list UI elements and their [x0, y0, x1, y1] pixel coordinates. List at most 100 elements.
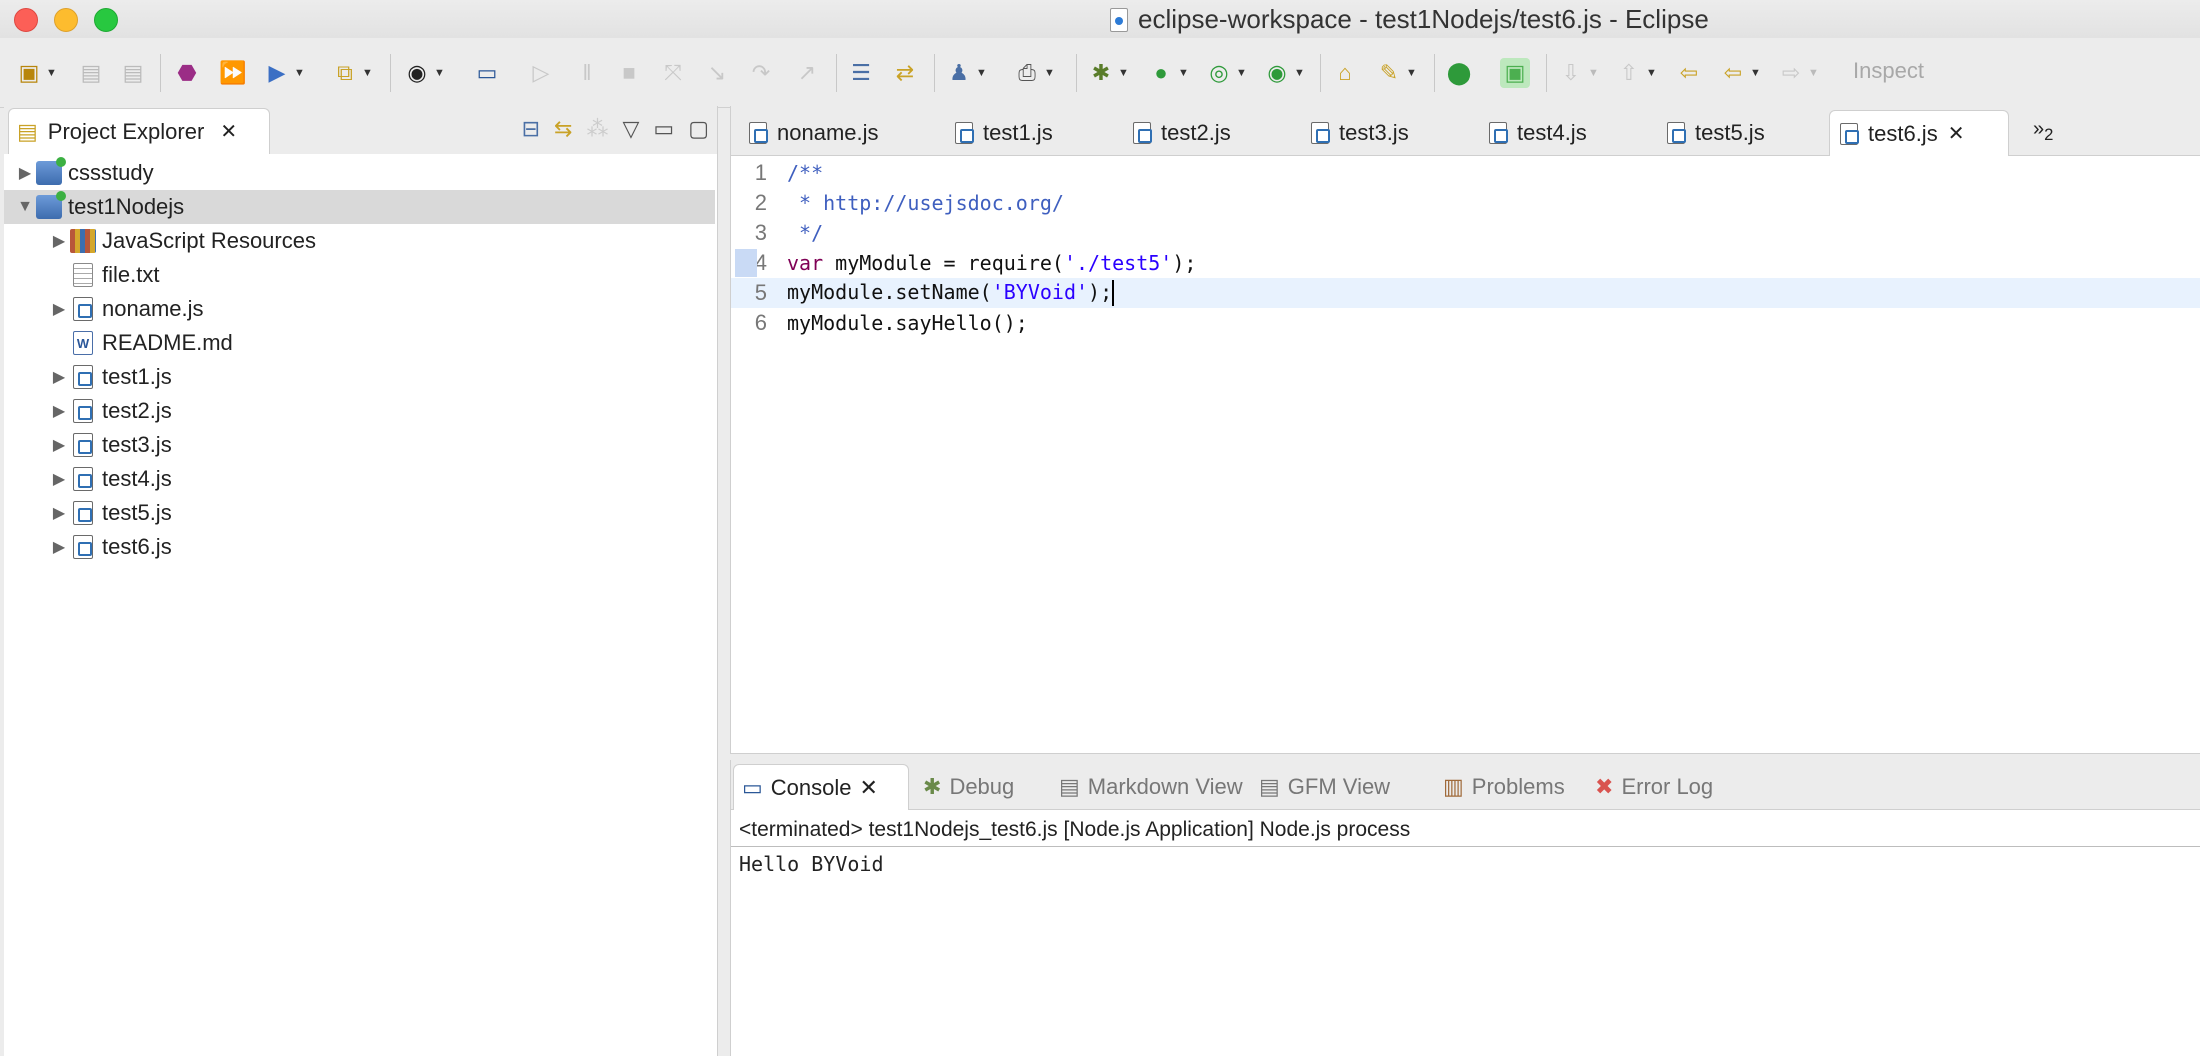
console-view-tab[interactable]: ▥ Problems: [1435, 764, 1581, 810]
view-menu-icon[interactable]: ▽: [622, 116, 639, 142]
collapsed-arrow-icon[interactable]: ▶: [48, 537, 70, 557]
window-title-text: eclipse-workspace - test1Nodejs/test6.js…: [1138, 4, 1709, 34]
collapsed-arrow-icon[interactable]: ▶: [48, 469, 70, 489]
external-tools-button[interactable]: ◉ ▼: [1262, 56, 1305, 90]
editor-tab[interactable]: test5.js: [1657, 110, 1827, 156]
console-view-tab[interactable]: ✖ Error Log: [1587, 764, 1737, 810]
open-task-button[interactable]: ☰: [846, 56, 876, 90]
tree-item[interactable]: ▶ test4.js: [4, 462, 717, 496]
tree-item[interactable]: W README.md: [4, 326, 717, 360]
open-type-button[interactable]: ⇄: [890, 56, 920, 90]
open-folder-button[interactable]: ⌂: [1330, 56, 1360, 90]
run-button[interactable]: ● ▼: [1146, 56, 1189, 90]
previous-annotation-button[interactable]: ⇧ ▼: [1614, 56, 1657, 90]
console-view-tab-label: Error Log: [1621, 774, 1714, 799]
editor-tab[interactable]: noname.js: [739, 110, 909, 156]
external-tools-icon: ◉: [1267, 60, 1287, 85]
code-line[interactable]: 4 var myModule = require('./test5');: [731, 248, 2200, 278]
disconnect-button[interactable]: ⤧: [658, 56, 688, 90]
more-tabs-button[interactable]: »2: [2033, 118, 2053, 145]
terminate-icon: ■: [622, 60, 636, 85]
console-view-tab[interactable]: ▭ Console ✕: [733, 764, 909, 810]
code-line[interactable]: 3 */: [731, 218, 2200, 248]
next-annotation-button[interactable]: ⇩ ▼: [1556, 56, 1599, 90]
console-view-tab[interactable]: ▤ GFM View: [1251, 764, 1429, 810]
collapsed-arrow-icon[interactable]: ▶: [48, 435, 70, 455]
camera-button[interactable]: ⎙ ▼: [1012, 56, 1055, 90]
filter-icon[interactable]: ⁂: [586, 116, 608, 142]
launch-config-button[interactable]: ⧉ ▼: [330, 56, 373, 90]
editor-tab[interactable]: test6.js ✕: [1829, 110, 2009, 156]
tree-item[interactable]: ▶ noname.js: [4, 292, 717, 326]
run-last-button[interactable]: ▶ ▼: [262, 56, 305, 90]
editor-tab[interactable]: test4.js: [1479, 110, 1649, 156]
terminate-button[interactable]: ■: [614, 56, 644, 90]
marketplace-icon: ♟: [949, 60, 969, 85]
collapse-all-icon[interactable]: ⊟: [522, 116, 540, 142]
console-view-tab[interactable]: ▤ Markdown View: [1051, 764, 1245, 810]
chip-button[interactable]: ▣: [1500, 56, 1530, 90]
editor-tab[interactable]: test2.js: [1123, 110, 1293, 156]
last-edit-button[interactable]: ⇦: [1674, 56, 1704, 90]
collapsed-arrow-icon[interactable]: ▶: [48, 401, 70, 421]
line-number: 3: [754, 220, 767, 245]
save-button[interactable]: ▤: [76, 56, 106, 90]
close-icon[interactable]: ✕: [220, 119, 237, 144]
collapsed-arrow-icon[interactable]: ▶: [48, 231, 70, 251]
collapsed-arrow-icon[interactable]: ▶: [48, 367, 70, 387]
minimize-icon[interactable]: ▭: [653, 116, 674, 142]
new-button[interactable]: ▣ ▼: [14, 56, 57, 90]
close-icon[interactable]: ✕: [1948, 121, 1965, 146]
tree-item-label: cssstudy: [68, 160, 154, 185]
collapsed-arrow-icon[interactable]: ▶: [48, 503, 70, 523]
tree-item[interactable]: ▶ test2.js: [4, 394, 717, 428]
forward-button[interactable]: ⇨ ▼: [1776, 56, 1819, 90]
terminal-button[interactable]: ▭: [472, 56, 502, 90]
tree-item[interactable]: file.txt: [4, 258, 717, 292]
link-editor-icon[interactable]: ⇆: [554, 116, 572, 142]
stop-button[interactable]: ⬣: [172, 56, 202, 90]
code-editor[interactable]: 1/** 2 * http://usejsdoc.org/3 */4 var myM…: [731, 158, 2200, 338]
code-line[interactable]: 2 * http://usejsdoc.org/: [731, 188, 2200, 218]
marketplace-button[interactable]: ♟ ▼: [944, 56, 987, 90]
step-over-button[interactable]: ↷: [746, 56, 776, 90]
tree-item[interactable]: ▶ test6.js: [4, 530, 717, 564]
collapsed-arrow-icon[interactable]: ▶: [48, 299, 70, 319]
editor-tab-label: test1.js: [983, 120, 1053, 145]
collapsed-arrow-icon[interactable]: ▶: [14, 163, 36, 183]
step-into-button[interactable]: ↘: [702, 56, 732, 90]
tree-item[interactable]: ▼ test1Nodejs: [4, 190, 715, 224]
maximize-icon[interactable]: ▢: [688, 116, 709, 142]
project-icon: [36, 157, 66, 186]
tree-item[interactable]: ▶ test1.js: [4, 360, 717, 394]
step-return-button[interactable]: ↗: [792, 56, 822, 90]
expanded-arrow-icon[interactable]: ▼: [14, 198, 36, 216]
code-line[interactable]: 1 /**: [731, 158, 2200, 188]
minimize-window-button[interactable]: [54, 8, 78, 32]
close-icon[interactable]: ✕: [860, 775, 878, 801]
profile-button[interactable]: ◉ ▼: [402, 56, 445, 90]
coverage-button[interactable]: ◎ ▼: [1204, 56, 1247, 90]
debug-button[interactable]: ✱ ▼: [1086, 56, 1129, 90]
close-window-button[interactable]: [14, 8, 38, 32]
project-explorer-tab[interactable]: ▤ Project Explorer ✕: [8, 108, 270, 154]
code-line[interactable]: 5 myModule.setName('BYVoid');: [731, 278, 2200, 308]
editor-tab[interactable]: test1.js: [945, 110, 1115, 156]
js-file-icon: [1667, 122, 1686, 144]
suspend-button[interactable]: ‖: [572, 56, 602, 90]
globe-button[interactable]: ⬤: [1444, 56, 1474, 90]
wand-button[interactable]: ✎ ▼: [1374, 56, 1417, 90]
tree-item[interactable]: ▶ JavaScript Resources: [4, 224, 717, 258]
console-view-tab[interactable]: ✱ Debug: [915, 764, 1045, 810]
maximize-window-button[interactable]: [94, 8, 118, 32]
inspect-button[interactable]: Inspect: [1853, 58, 1924, 84]
tree-item[interactable]: ▶ test3.js: [4, 428, 717, 462]
code-line[interactable]: 6 myModule.sayHello();: [731, 308, 2200, 338]
skip-breakpoints-button[interactable]: ⏩: [218, 56, 248, 90]
tree-item[interactable]: ▶ cssstudy: [4, 156, 717, 190]
back-button[interactable]: ⇦ ▼: [1718, 56, 1761, 90]
resume-button[interactable]: ▷: [526, 56, 556, 90]
tree-item[interactable]: ▶ test5.js: [4, 496, 717, 530]
save-all-button[interactable]: ▤: [118, 56, 148, 90]
editor-tab[interactable]: test3.js: [1301, 110, 1471, 156]
